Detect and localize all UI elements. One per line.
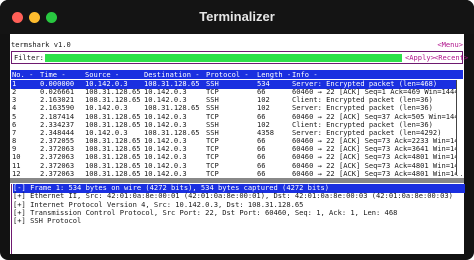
column-header[interactable]: Info - [292,70,318,79]
packet-cell: TCP [206,168,219,178]
filter-label: Filter: [14,53,44,62]
details-left-rule [11,184,12,254]
packet-list-scrollbar[interactable] [456,80,463,175]
scrollbar-thumb[interactable] [456,80,463,175]
app-header: termshark v1.0 <Menu> [10,40,464,50]
title-bar: Terminalizer [0,0,474,34]
filter-input[interactable] [45,54,402,62]
column-header[interactable]: Protocol - [206,70,249,79]
window-title: Terminalizer [199,9,275,24]
column-header[interactable]: Destination - [144,70,200,79]
packet-cell: 12 [12,168,21,178]
packet-cell: 108.31.128.65 [85,168,141,178]
app-name-version: termshark v1.0 [11,40,71,49]
recent-button[interactable]: <Recent> [434,53,468,62]
packet-details-pane: [-] Frame 1: 534 bytes on wire (4272 bit… [11,183,465,254]
column-header[interactable]: Time - [40,70,66,79]
detail-line[interactable]: [+] SSH Protocol [13,217,81,226]
packet-cell: 2.372063 [40,168,75,178]
packet-cell: 66 [257,168,266,178]
menu-button[interactable]: <Menu> [437,40,463,49]
termshark-screen: termshark v1.0 <Menu> Filter: <Apply> <R… [10,34,468,254]
column-header[interactable]: Length - [257,70,291,79]
filter-bar: Filter: <Apply> <Recent> [11,51,468,64]
column-header[interactable]: No. - [12,70,33,79]
packet-cell: 60460 → 22 [ACK] Seq=73 Ack=4801 Win=144 [292,168,463,178]
packet-list-header: No. - Time - Source - Destination - Protocol… [11,70,463,79]
packet-row[interactable]: 12 2.372063 108.31.128.65 10.142.0.3 TCP 66 60… [11,168,463,179]
terminal-window: Terminalizer termshark v1.0 <Menu> Filte… [0,0,474,260]
packet-cell: 10.142.0.3 [144,168,187,178]
apply-button[interactable]: <Apply> [405,53,435,62]
column-header[interactable]: Source - [85,70,119,79]
